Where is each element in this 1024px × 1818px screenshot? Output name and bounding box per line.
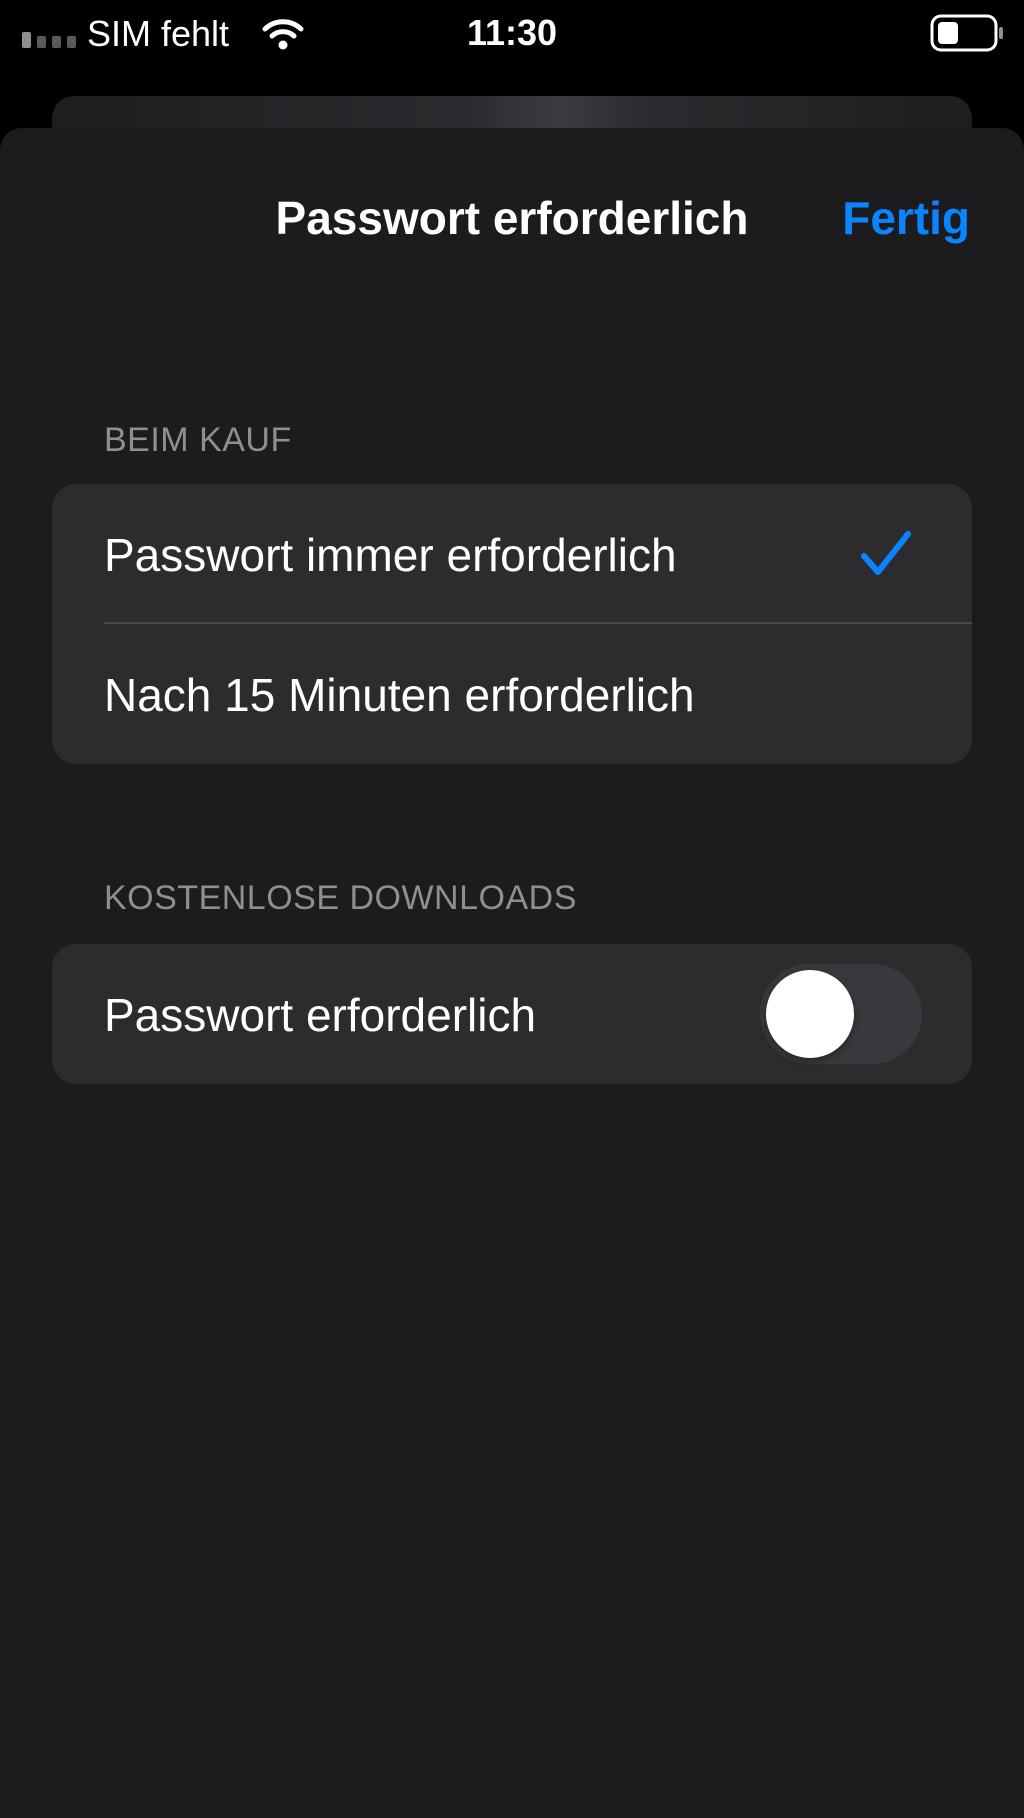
option-after-15-minutes[interactable]: Nach 15 Minuten erforderlich (52, 624, 972, 764)
status-bar: SIM fehlt 11:30 (0, 0, 1024, 70)
option-label: Nach 15 Minuten erforderlich (104, 669, 695, 721)
require-password-row: Passwort erforderlich (52, 944, 972, 1084)
checkmark-icon (861, 531, 911, 575)
battery-icon (930, 14, 1003, 52)
free-downloads-group: Passwort erforderlich (52, 944, 972, 1084)
section-header-purchase: BEIM KAUF (104, 421, 292, 459)
modal-sheet: Passwort erforderlich Fertig BEIM KAUF P… (0, 128, 1024, 1818)
section-header-free-downloads: KOSTENLOSE DOWNLOADS (104, 879, 577, 917)
require-password-toggle[interactable] (760, 964, 922, 1064)
done-button[interactable]: Fertig (842, 190, 970, 246)
purchase-options-group: Passwort immer erforderlich Nach 15 Minu… (52, 484, 972, 764)
clock: 11:30 (466, 12, 558, 53)
screen: SIM fehlt 11:30 Passwort erforderlich Fe… (0, 0, 1024, 1818)
require-password-label: Passwort erforderlich (104, 989, 537, 1041)
option-always-require[interactable]: Passwort immer erforderlich (52, 484, 972, 624)
option-label: Passwort immer erforderlich (104, 529, 677, 581)
toggle-knob (766, 970, 854, 1058)
